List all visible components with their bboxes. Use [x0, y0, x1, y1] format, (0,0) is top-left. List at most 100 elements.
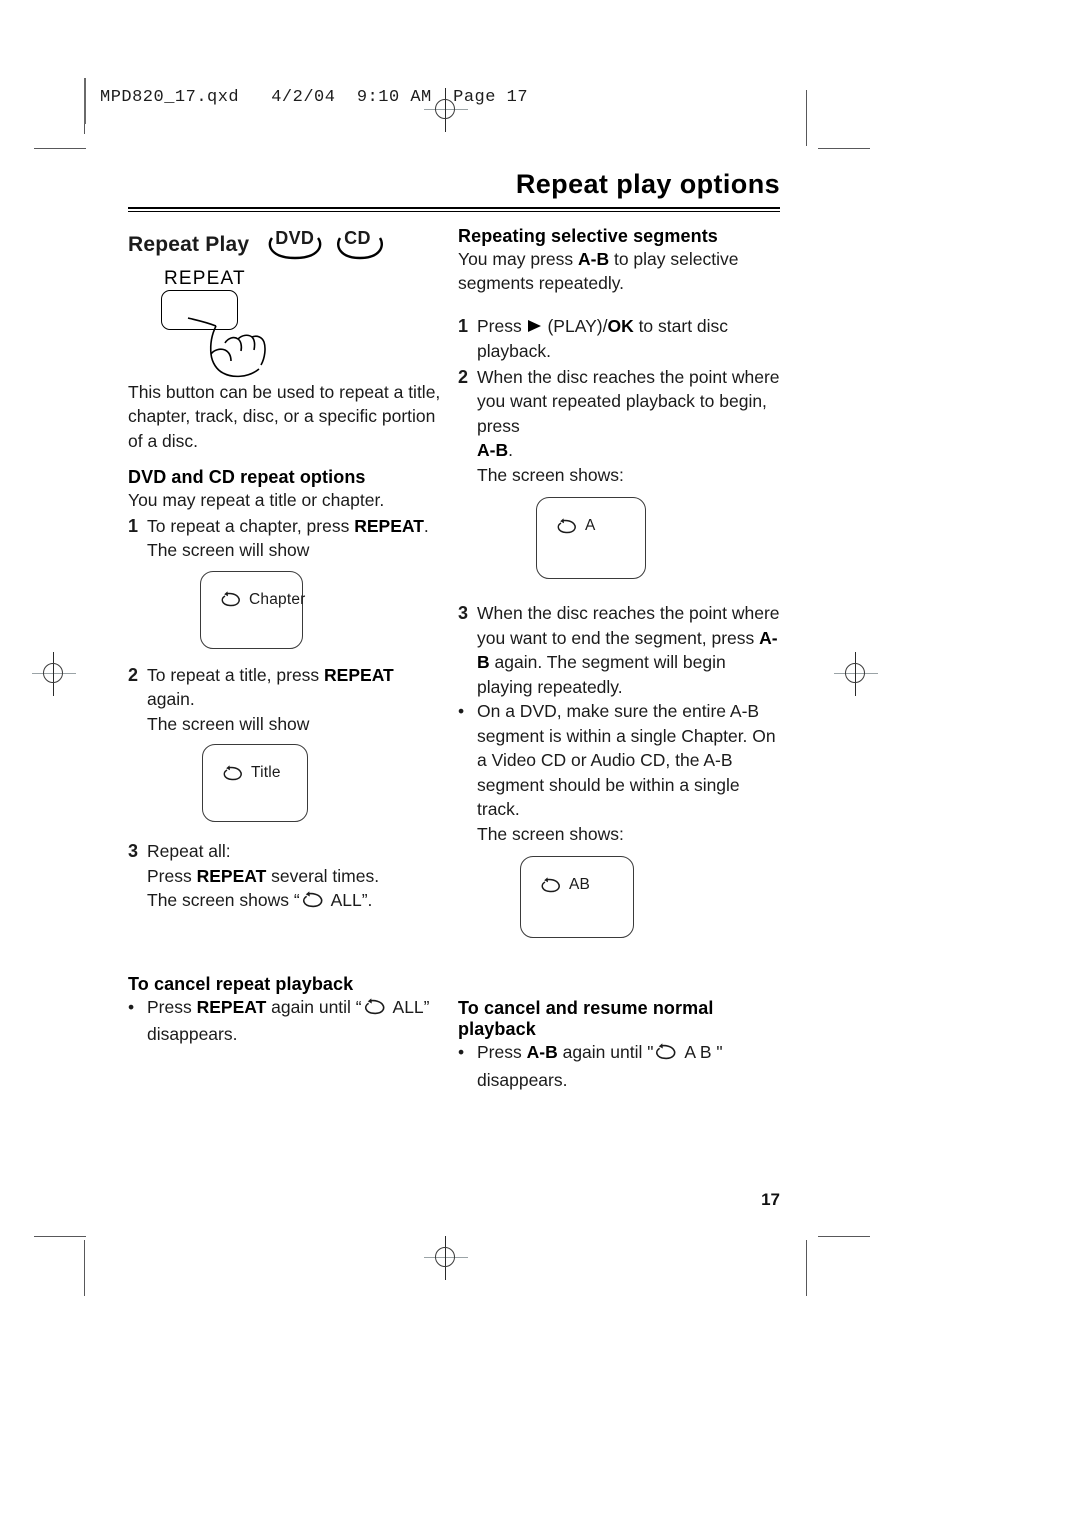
left-step-3: 3 Repeat all: Press REPEAT several times…	[128, 839, 446, 916]
registration-mark-left	[32, 652, 76, 696]
cancel-repeat-bullet-text: Press REPEAT again until “ ALL” disappear…	[147, 995, 446, 1047]
screen-title-label: Title	[251, 764, 281, 782]
right-column: Repeating selective segments You may pre…	[458, 226, 780, 1093]
cancel-repeat-bullet: • Press REPEAT again until “ ALL” disappe…	[128, 995, 446, 1047]
left-step-3-line3-b: ALL”.	[330, 890, 373, 911]
screen-readout-title: Title	[202, 744, 308, 823]
dvd-cd-repeat-options-intro: You may repeat a title or chapter.	[128, 490, 385, 511]
bullet-dot: •	[128, 996, 135, 1017]
right-step-2-line3: The screen shows:	[477, 464, 624, 485]
left-step-3-line3-a: The screen shows “	[147, 890, 300, 911]
left-step-2-text: To repeat a title, press REPEAT again. Th…	[147, 663, 446, 737]
repeat-loop-icon	[541, 877, 560, 892]
right-step-1-key: OK	[607, 315, 634, 336]
screen-readout-chapter: Chapter	[200, 570, 306, 649]
right-step-1-number: 1	[458, 315, 469, 336]
left-step-2-number: 2	[128, 664, 139, 685]
screen-readout-ab: AB	[520, 856, 634, 939]
right-step-3-line2: again. The segment will begin playing re…	[477, 652, 726, 697]
repeat-loop-icon	[362, 998, 388, 1023]
right-step-2-line1: When the disc reaches the point where yo…	[477, 366, 780, 436]
intro-paragraph: This button can be used to repeat a titl…	[128, 381, 441, 451]
cancel-e: disappears.	[147, 1024, 238, 1045]
left-step-2-a: To repeat a title, press	[147, 664, 325, 685]
right-step-3-line1: When the disc reaches the point where yo…	[477, 603, 780, 648]
intro-a: You may press	[458, 248, 578, 269]
repeat-play-heading-row: Repeat Play DVD CD	[128, 226, 446, 264]
cancel-resume-bullet-text: Press A-B again until " A B " disappears.	[477, 1040, 780, 1092]
right-step-1-a: Press	[477, 315, 527, 336]
left-step-1-number: 1	[128, 515, 139, 536]
left-step-1-text: To repeat a chapter, press REPEAT. The sc…	[147, 514, 446, 563]
right-step-2-c: .	[508, 440, 513, 461]
screen-chapter-label: Chapter	[249, 590, 306, 608]
left-step-2-line2: The screen will show	[147, 713, 310, 734]
left-step-3-number: 3	[128, 841, 139, 862]
page-number: 17	[761, 1190, 780, 1209]
left-step-2-c: again.	[147, 689, 195, 710]
right-note-bullet-text: On a DVD, make sure the entire A-B segme…	[477, 699, 780, 846]
right-step-2-text: When the disc reaches the point where yo…	[477, 365, 780, 488]
rc-c: again until "	[557, 1042, 654, 1063]
rc-a: Press	[477, 1042, 527, 1063]
cancel-key: REPEAT	[196, 996, 267, 1017]
manual-page: Repeat play options Repeat Play DVD CD R…	[128, 169, 780, 1209]
bullet-dot: •	[458, 1042, 465, 1063]
slug-rule	[84, 78, 86, 124]
crop-mark-top-right-h	[818, 148, 870, 149]
cancel-d: ALL”	[392, 996, 430, 1017]
title-divider	[128, 206, 780, 212]
crop-mark-bottom-left-h	[34, 1236, 86, 1237]
crop-mark-top-left-h	[34, 148, 86, 149]
crop-mark-bottom-left-v	[84, 1240, 85, 1296]
cancel-a: Press	[147, 996, 197, 1017]
cd-disc-badge: CD	[337, 227, 384, 262]
cancel-resume-bullet: • Press A-B again until " A B " disappear…	[458, 1040, 780, 1092]
page-title: Repeat play options	[515, 169, 780, 199]
repeat-loop-icon	[221, 591, 240, 607]
right-step-2-key: A-B	[477, 440, 509, 461]
screen-readout-a: A	[536, 497, 646, 580]
cancel-resume-heading: To cancel and resume normal playback	[458, 998, 714, 1040]
left-step-3-text: Repeat all: Press REPEAT several times. …	[147, 839, 446, 916]
right-step-1-b: (PLAY)/	[542, 315, 608, 336]
left-step-1-c: .	[423, 515, 429, 536]
rc-d: A B "	[684, 1042, 723, 1063]
left-step-3-c: several times.	[266, 865, 380, 886]
right-note-text: On a DVD, make sure the entire A-B segme…	[477, 701, 776, 820]
dvd-cd-repeat-options-heading: DVD and CD repeat options	[128, 467, 366, 488]
intro-key: A-B	[577, 248, 610, 269]
left-step-2-key: REPEAT	[324, 664, 394, 685]
repeat-loop-icon	[223, 765, 242, 780]
right-step-1-text: Press (PLAY)/OK to start disc playback.	[477, 314, 780, 364]
left-step-2: 2 To repeat a title, press REPEAT again.…	[128, 663, 446, 737]
left-step-1-key: REPEAT	[354, 515, 424, 536]
registration-mark-bottom	[424, 1236, 468, 1280]
dvd-label: DVD	[275, 227, 315, 248]
screen-a-label: A	[585, 517, 596, 535]
right-step-3-number: 3	[458, 603, 469, 624]
cancel-c: again until “	[266, 996, 362, 1017]
right-note-screen-shows: The screen shows:	[477, 823, 624, 844]
right-step-2: 2 When the disc reaches the point where …	[458, 365, 780, 488]
hand-pressing-button-icon	[187, 316, 266, 377]
repeat-loop-icon	[300, 891, 326, 916]
bullet-dot: •	[458, 701, 465, 722]
left-step-3-a: Press	[147, 865, 197, 886]
left-step-3-line1: Repeat all:	[147, 841, 231, 862]
cd-label: CD	[344, 227, 371, 248]
print-slug: MPD820_17.qxd 4/2/04 9:10 AM Page 17	[100, 88, 529, 107]
right-note-bullet: • On a DVD, make sure the entire A-B seg…	[458, 699, 780, 846]
play-triangle-icon	[527, 315, 543, 340]
two-column-layout: Repeat Play DVD CD REPEAT This button ca…	[128, 226, 780, 1093]
right-step-2-number: 2	[458, 366, 469, 387]
registration-mark-right	[834, 652, 878, 696]
repeating-segments-intro: You may press A-B to play selective segm…	[458, 247, 780, 296]
right-step-1: 1 Press (PLAY)/OK to start disc playback…	[458, 314, 780, 364]
crop-mark-top-right-v	[806, 90, 807, 146]
crop-mark-bottom-right-h	[818, 1236, 870, 1237]
section-heading: Repeat Play	[128, 232, 250, 256]
repeat-button-illustration: REPEAT	[128, 268, 446, 380]
crop-mark-bottom-right-v	[806, 1240, 807, 1296]
repeat-loop-icon	[653, 1043, 679, 1068]
